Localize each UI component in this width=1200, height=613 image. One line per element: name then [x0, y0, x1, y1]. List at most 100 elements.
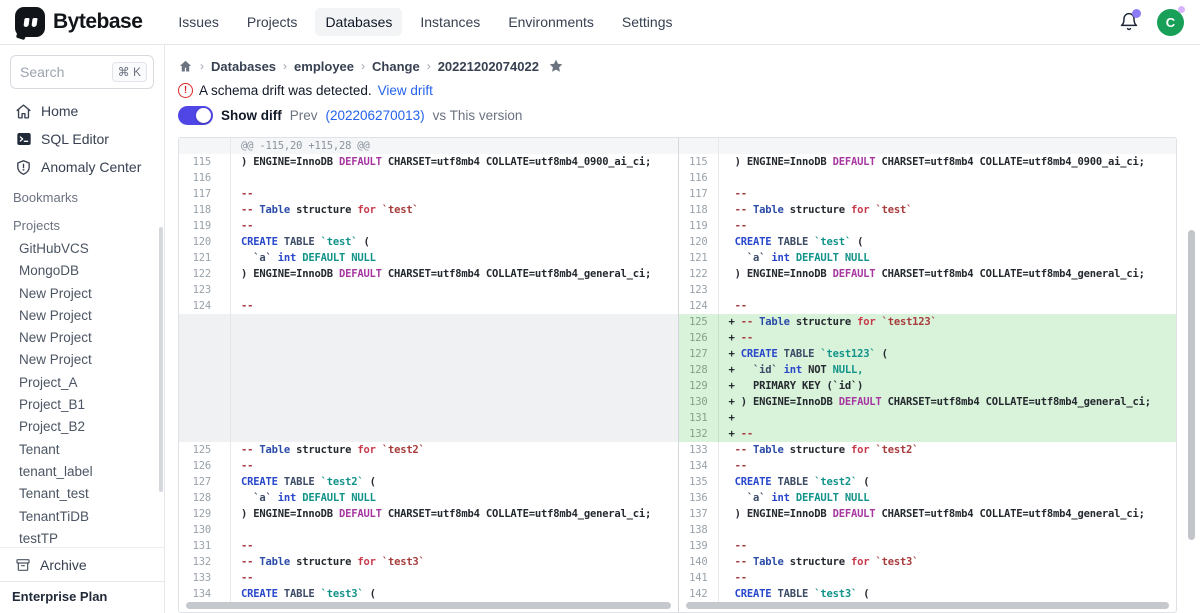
line-code: + PRIMARY KEY (`id`)	[719, 378, 1177, 394]
line-number	[679, 138, 719, 154]
diff-line: 117--	[179, 186, 678, 202]
sidebar-item-project[interactable]: Project_B1	[0, 393, 164, 415]
sidebar-item-home[interactable]: Home	[0, 97, 164, 125]
line-code	[231, 170, 678, 186]
line-code: + ) ENGINE=InnoDB DEFAULT CHARSET=utf8mb…	[719, 394, 1177, 410]
line-number: 122	[679, 266, 719, 282]
left-pane-horizontal-scrollbar[interactable]	[186, 602, 671, 609]
diff-line	[179, 330, 678, 346]
favorite-star-icon[interactable]	[548, 58, 564, 74]
code-token: int	[278, 252, 296, 264]
diff-pane-current[interactable]: 115 ) ENGINE=InnoDB DEFAULT CHARSET=utf8…	[678, 138, 1177, 612]
brand[interactable]: Bytebase	[0, 7, 156, 37]
nav-item-settings[interactable]: Settings	[612, 8, 683, 36]
breadcrumb-item[interactable]: 20221202074022	[438, 59, 539, 74]
prev-version-link[interactable]: (202206270013)	[326, 108, 425, 123]
sidebar-item-project[interactable]: New Project	[0, 282, 164, 304]
diff-line: 128 `a` int DEFAULT NULL	[179, 490, 678, 506]
sidebar-item-project[interactable]: New Project	[0, 348, 164, 370]
line-number: 116	[679, 170, 719, 186]
breadcrumb-item[interactable]: Databases	[211, 59, 276, 74]
sidebar-scrollbar-thumb[interactable]	[159, 227, 163, 492]
code-token: structure	[784, 204, 851, 216]
diff-line: 115) ENGINE=InnoDB DEFAULT CHARSET=utf8m…	[179, 154, 678, 170]
sidebar-item-project[interactable]: MongoDB	[0, 259, 164, 281]
sidebar-item-project[interactable]: testTP	[0, 527, 164, 547]
sidebar-item-project[interactable]: Project_A	[0, 371, 164, 393]
line-number: 130	[679, 394, 719, 410]
sidebar-item-project[interactable]: GitHubVCS	[0, 237, 164, 259]
diff-pane-previous[interactable]: @@ -115,20 +115,28 @@115) ENGINE=InnoDB …	[179, 138, 678, 612]
nav-item-databases[interactable]: Databases	[315, 8, 402, 36]
vs-this-version-label: vs This version	[433, 108, 523, 123]
line-code: --	[231, 186, 678, 202]
code-token: DEFAULT NULL	[302, 252, 375, 264]
diff-line: 116	[679, 170, 1177, 186]
code-token: --	[241, 300, 253, 312]
line-number: 125	[679, 314, 719, 330]
code-token: --	[735, 204, 753, 216]
code-token: `id`	[753, 364, 778, 376]
sidebar-item-project[interactable]: Tenant_test	[0, 482, 164, 504]
view-drift-link[interactable]: View drift	[378, 83, 433, 98]
sidebar-item-project[interactable]: tenant_label	[0, 460, 164, 482]
search-input[interactable]	[20, 64, 100, 80]
code-token: TABLE	[284, 476, 315, 488]
code-token: `test3`	[814, 588, 857, 600]
code-token: `a`	[747, 252, 765, 264]
diff-line: 125-- Table structure for `test2`	[179, 442, 678, 458]
sidebar-item-project[interactable]: Project_B2	[0, 415, 164, 437]
line-code: CREATE TABLE `test3` (	[719, 586, 1177, 602]
line-code: +	[719, 410, 1177, 426]
line-code: + `id` int NOT NULL,	[719, 362, 1177, 378]
main-vertical-scrollbar[interactable]	[1188, 230, 1195, 540]
code-token: `test`	[875, 204, 912, 216]
line-number: 137	[679, 506, 719, 522]
code-token: Table	[753, 556, 784, 568]
nav-item-environments[interactable]: Environments	[498, 8, 604, 36]
search-box[interactable]: ⌘ K	[10, 55, 154, 89]
diff-line: 124 --	[679, 298, 1177, 314]
line-number: 124	[179, 298, 231, 314]
line-number: 142	[679, 586, 719, 602]
breadcrumb-home-icon[interactable]	[178, 59, 193, 74]
nav-item-issues[interactable]: Issues	[168, 8, 228, 36]
code-token: --	[241, 188, 253, 200]
code-token: Table	[259, 204, 290, 216]
sidebar-item-archive[interactable]: Archive	[0, 547, 164, 581]
line-number: 120	[179, 234, 231, 250]
sidebar-item-anomaly-center[interactable]: Anomaly Center	[0, 153, 164, 181]
line-code: `a` int DEFAULT NULL	[719, 490, 1177, 506]
notifications-bell-icon[interactable]	[1119, 12, 1139, 32]
sidebar-item-sql-editor[interactable]: SQL Editor	[0, 125, 164, 153]
nav-item-instances[interactable]: Instances	[410, 8, 490, 36]
sidebar-item-project[interactable]: New Project	[0, 304, 164, 326]
diff-marker	[729, 524, 735, 536]
diff-line: 134CREATE TABLE `test3` (	[179, 586, 678, 602]
show-diff-toggle[interactable]	[178, 106, 213, 125]
sidebar-item-project[interactable]: TenantTiDB	[0, 505, 164, 527]
user-avatar[interactable]: C	[1157, 9, 1184, 36]
code-token	[241, 492, 253, 504]
diff-line: 139 --	[679, 538, 1177, 554]
line-code	[719, 170, 1177, 186]
line-number: 132	[179, 554, 231, 570]
diff-line: 127+ CREATE TABLE `test123` (	[679, 346, 1177, 362]
breadcrumb-item[interactable]: Change	[372, 59, 420, 74]
sidebar-item-project[interactable]: New Project	[0, 326, 164, 348]
code-token: structure	[290, 204, 357, 216]
right-pane-horizontal-scrollbar[interactable]	[686, 602, 1170, 609]
bytebase-logo-icon	[15, 7, 45, 37]
nav-item-projects[interactable]: Projects	[237, 8, 308, 36]
line-code: CREATE TABLE `test2` (	[719, 474, 1177, 490]
search-shortcut-badge: ⌘ K	[112, 62, 147, 82]
breadcrumb-item[interactable]: employee	[294, 59, 354, 74]
code-token: for	[857, 316, 875, 328]
line-number: 138	[679, 522, 719, 538]
breadcrumb-separator: ›	[283, 59, 287, 73]
code-token: DEFAULT	[839, 396, 882, 408]
code-token: `test2`	[875, 444, 918, 456]
sidebar-item-project[interactable]: Tenant	[0, 438, 164, 460]
code-token: Table	[759, 316, 790, 328]
code-token: (	[875, 348, 887, 360]
